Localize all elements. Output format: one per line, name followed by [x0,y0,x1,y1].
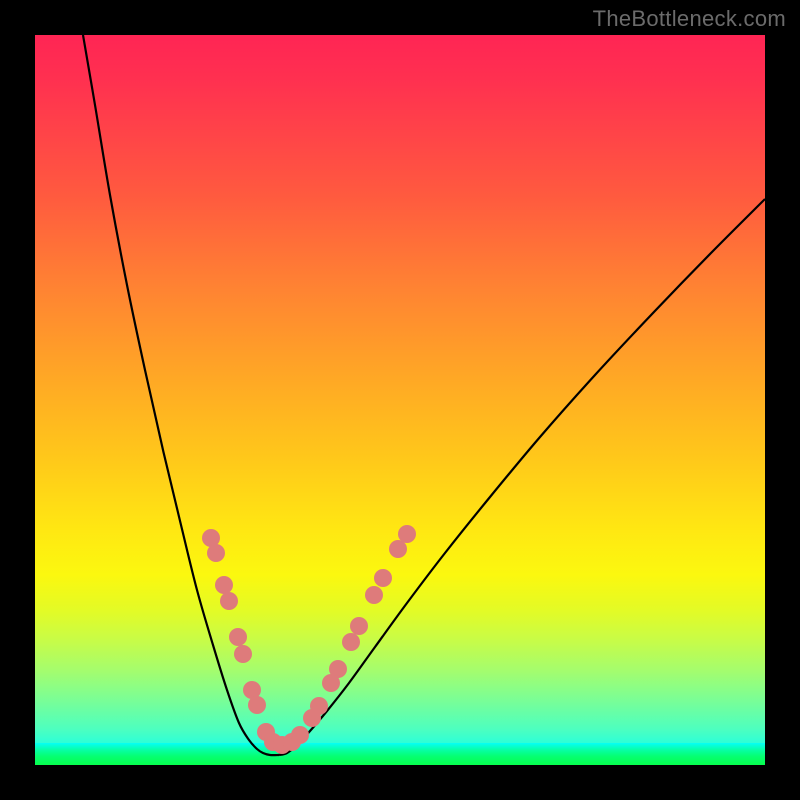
data-marker [329,660,347,678]
plot-area [35,35,765,765]
data-marker [374,569,392,587]
data-marker [291,726,309,744]
right-branch-curve [279,199,765,755]
data-marker [398,525,416,543]
data-marker [234,645,252,663]
data-marker [220,592,238,610]
data-marker [229,628,247,646]
curves-svg [35,35,765,765]
data-marker [310,697,328,715]
chart-frame: TheBottleneck.com [0,0,800,800]
watermark-text: TheBottleneck.com [593,6,786,32]
data-marker [365,586,383,604]
data-marker [215,576,233,594]
data-marker [389,540,407,558]
left-branch-curve [83,35,279,755]
marker-group [202,525,416,754]
data-marker [350,617,368,635]
data-marker [342,633,360,651]
data-marker [207,544,225,562]
data-marker [248,696,266,714]
